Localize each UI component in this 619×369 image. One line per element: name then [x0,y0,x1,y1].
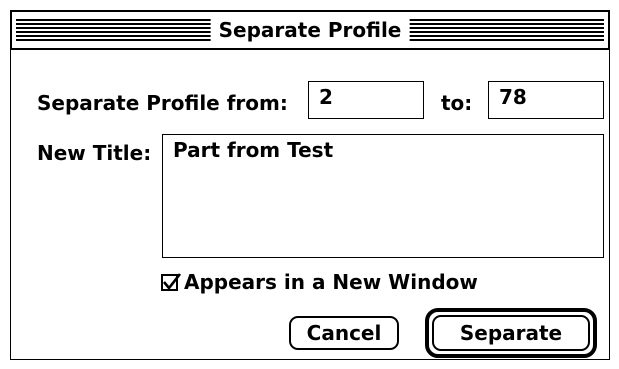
separate-button[interactable]: Separate [432,315,590,351]
window-title: Separate Profile [210,15,410,45]
new-title-field[interactable]: Part from Test [162,134,604,258]
new-title-label: New Title: [37,141,152,165]
to-label: to: [441,91,473,115]
separate-from-label: Separate Profile from: [37,91,288,115]
separate-profile-dialog: Separate Profile Separate Profile from: … [0,0,619,369]
checkmark-icon [163,272,182,290]
cancel-button[interactable]: Cancel [289,316,399,350]
from-field[interactable]: 2 [308,81,424,119]
to-field[interactable]: 78 [488,81,604,119]
new-window-checkbox[interactable] [161,272,182,291]
new-window-checkbox-label: Appears in a New Window [184,270,478,294]
new-window-checkbox-row[interactable]: Appears in a New Window [161,270,478,294]
title-bar[interactable]: Separate Profile [10,10,610,50]
dialog-content: Separate Profile from: 2 to: 78 New Titl… [10,50,610,360]
